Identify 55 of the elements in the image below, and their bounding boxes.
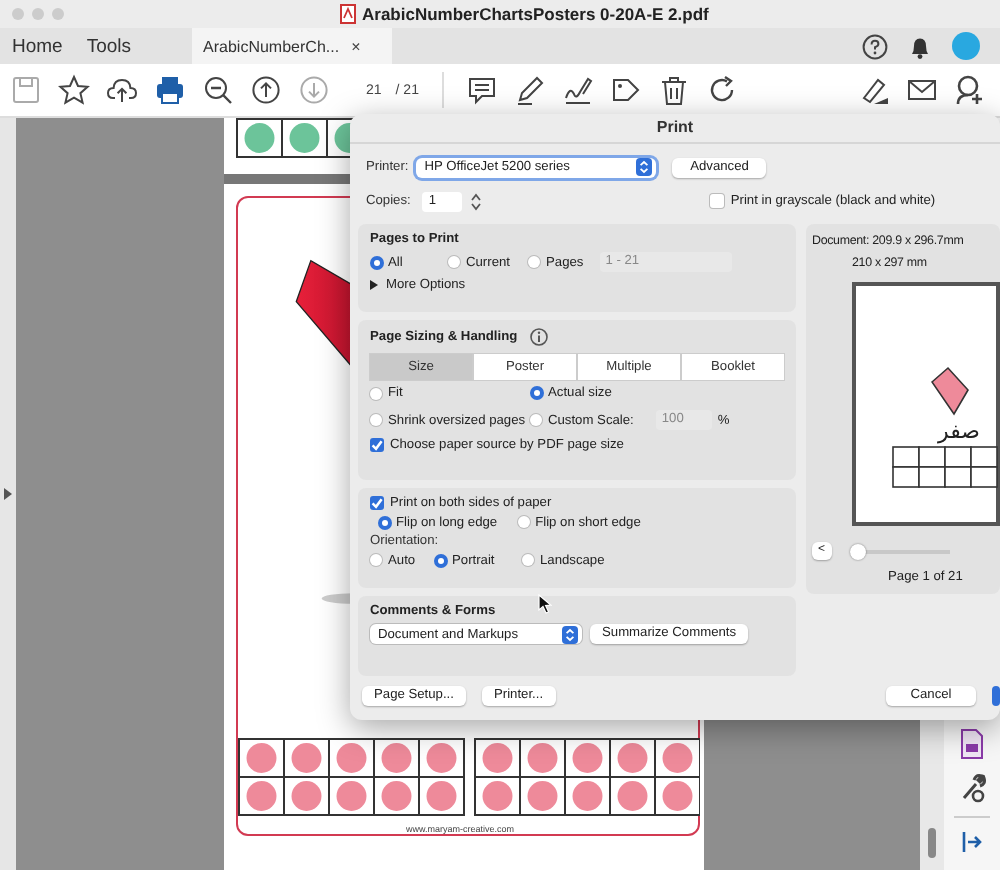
radio-button[interactable] (370, 554, 382, 566)
expand-icon[interactable] (4, 488, 12, 500)
checkmark-icon (370, 437, 384, 451)
wrench-icon[interactable] (958, 772, 986, 804)
mail-icon[interactable] (906, 74, 938, 106)
checkbox[interactable] (370, 496, 384, 510)
document-icon[interactable] (958, 728, 986, 760)
radio-button[interactable] (533, 390, 539, 396)
pen-sign-icon[interactable] (858, 74, 890, 106)
print-icon[interactable] (154, 74, 186, 106)
checkbox[interactable] (710, 194, 725, 208)
trash-icon[interactable] (658, 74, 691, 106)
pen-icon[interactable] (514, 74, 547, 106)
slider-thumb[interactable] (849, 543, 866, 559)
close-tab-button[interactable]: × (351, 37, 361, 55)
window-title: ArabicNumberChartsPosters 0-20A-E 2.pdf (362, 4, 709, 24)
pdf-file-icon (340, 4, 356, 24)
checkmark-icon (370, 496, 384, 510)
radio-button[interactable] (530, 414, 542, 426)
radio-button[interactable] (370, 414, 382, 426)
radio-button[interactable] (370, 387, 382, 399)
rotate-icon[interactable] (706, 74, 739, 106)
radio-button[interactable] (528, 256, 540, 268)
signature-icon[interactable] (562, 74, 595, 106)
radio-button[interactable] (448, 256, 460, 268)
nav-tab[interactable]: Tools (74, 28, 144, 64)
nav-tab[interactable]: Home (0, 28, 75, 64)
radio-button[interactable] (373, 259, 379, 265)
dropdown-icon (562, 625, 578, 643)
primary-button[interactable] (992, 686, 1000, 706)
radio-button[interactable] (522, 554, 534, 566)
radio-button[interactable] (437, 557, 443, 563)
tag-icon[interactable] (610, 74, 643, 106)
dropdown-icon (636, 158, 653, 176)
help-icon[interactable] (862, 33, 888, 59)
cloud-upload-icon[interactable] (106, 74, 138, 106)
radio-button[interactable] (517, 516, 530, 528)
disclosure-icon (370, 280, 378, 290)
previous-page-icon[interactable] (250, 74, 282, 106)
comment-icon[interactable] (466, 74, 499, 106)
collapse-panel-icon[interactable] (960, 830, 984, 854)
number-word: صفر (938, 418, 980, 444)
cursor-icon (538, 594, 552, 614)
dialog-title: Print (350, 114, 1000, 144)
info-icon[interactable] (529, 328, 548, 346)
scrollbar-thumb[interactable] (928, 828, 936, 858)
bell-icon[interactable] (908, 33, 932, 59)
star-icon[interactable] (58, 74, 90, 106)
radio-button[interactable] (381, 519, 387, 525)
document-tab[interactable]: ArabicNumberCh... × (191, 28, 392, 64)
stepper-icon[interactable] (470, 191, 483, 211)
add-user-icon[interactable] (954, 74, 986, 106)
diamond-drawing (928, 366, 972, 418)
checkbox[interactable] (370, 437, 384, 451)
zoom-out-icon[interactable] (202, 74, 234, 106)
